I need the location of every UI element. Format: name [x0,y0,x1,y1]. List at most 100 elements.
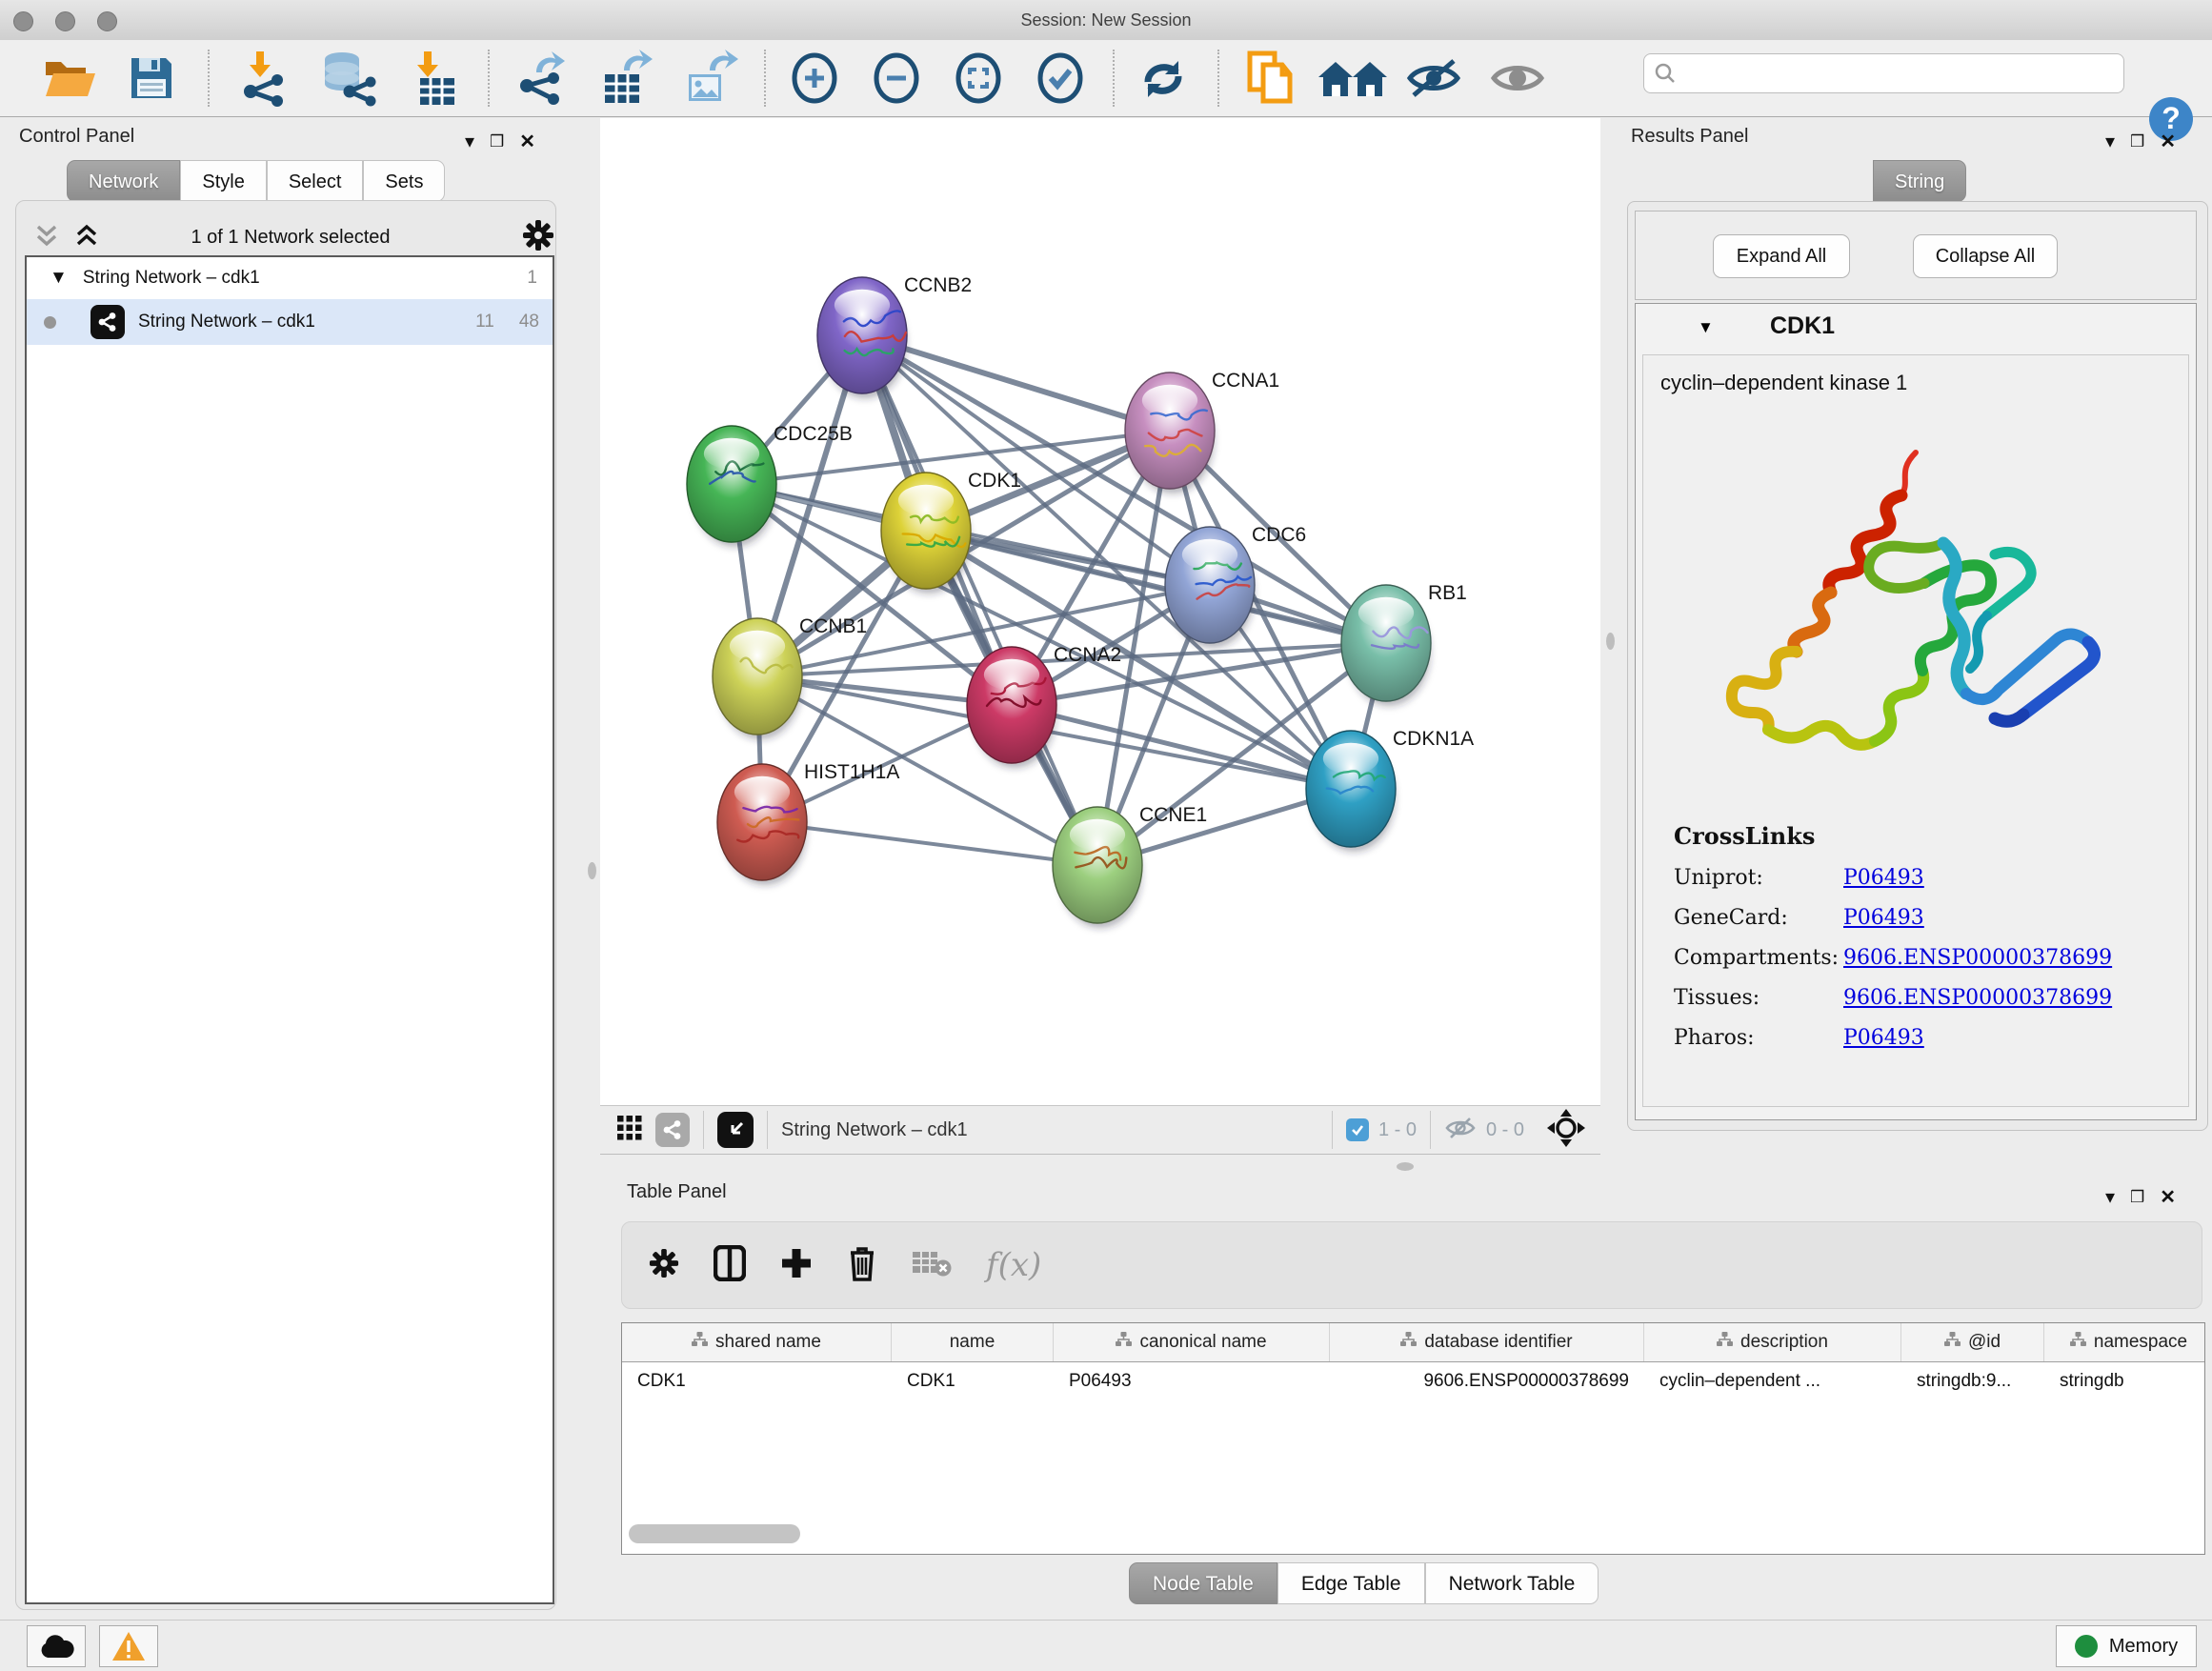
warning-status-button[interactable] [99,1625,158,1667]
network-node[interactable]: CDKN1A [1306,728,1474,852]
documents-button[interactable] [1238,48,1301,109]
collapse-triangle-icon[interactable]: ▼ [50,268,68,289]
horizontal-scrollbar-thumb[interactable] [629,1524,800,1543]
export-image-button[interactable] [678,48,741,109]
open-session-button[interactable] [38,48,101,109]
zoom-in-button[interactable] [783,48,846,109]
column-header-description[interactable]: description [1644,1323,1901,1361]
save-session-button[interactable] [120,48,183,109]
detach-view-icon[interactable] [717,1112,754,1148]
table-settings-gear-icon[interactable] [649,1248,679,1283]
network-node[interactable]: CCNA1 [1125,370,1279,493]
vertical-splitter-grip[interactable] [588,862,596,879]
table-row[interactable]: CDK1CDK1P064939606.ENSP00000378699cyclin… [622,1362,2204,1400]
crosslink-link[interactable]: P06493 [1843,906,1924,930]
network-collection-row[interactable]: ▼ String Network – cdk1 1 [27,257,553,299]
close-panel-icon[interactable]: ✕ [2160,130,2176,153]
crosslink-link[interactable]: P06493 [1843,866,1924,890]
delete-column-icon[interactable] [847,1245,877,1286]
tab-select[interactable]: Select [267,160,364,202]
birdseye-navigator-icon[interactable] [1545,1107,1587,1154]
memory-button[interactable]: Memory [2056,1625,2197,1667]
network-node[interactable]: CCNE1 [1053,804,1207,928]
network-graph[interactable]: CCNB2CCNA1CDC25BCDK1CDC6RB1CCNB1CCNA2CDK… [600,118,1600,1105]
vertical-splitter-grip[interactable] [1606,633,1615,650]
export-network-button[interactable] [511,48,573,109]
add-column-icon[interactable] [780,1247,813,1284]
database-network-icon [317,50,378,107]
table-panel-controls: ▾ ❒ ✕ [2105,1185,2176,1209]
table-cell[interactable]: stringdb [2044,1362,2205,1400]
table-cell[interactable]: stringdb:9... [1901,1362,2044,1400]
network-edge[interactable] [762,822,1097,865]
crosslink-link[interactable]: 9606.ENSP00000378699 [1843,986,2112,1010]
float-panel-icon[interactable]: ▾ [465,130,474,153]
column-header-database-identifier[interactable]: database identifier [1330,1323,1644,1361]
apply-layout-button[interactable] [1132,48,1195,109]
network-options-gear-icon[interactable] [522,219,554,256]
network-row-selected[interactable]: String Network – cdk1 11 48 [27,299,553,345]
houses-button[interactable] [1313,48,1393,109]
tab-network-table[interactable]: Network Table [1425,1562,1599,1604]
eye-icon [1488,53,1547,103]
export-table-button[interactable] [594,48,657,109]
maximize-panel-icon[interactable]: ❒ [2130,1188,2144,1207]
column-header-canonical-name[interactable]: canonical name [1054,1323,1330,1361]
show-columns-icon[interactable] [714,1245,746,1286]
tab-node-table[interactable]: Node Table [1129,1562,1277,1604]
column-header-shared-name[interactable]: shared name [622,1323,892,1361]
import-table-file-button[interactable] [400,48,463,109]
collapse-all-networks-icon[interactable] [32,223,61,254]
import-network-database-button[interactable] [316,48,379,109]
network-node[interactable]: RB1 [1341,582,1467,706]
string-network-icon [90,305,125,339]
crosslink-link[interactable]: P06493 [1843,1026,1924,1050]
tab-edge-table[interactable]: Edge Table [1277,1562,1425,1604]
maximize-panel-icon[interactable]: ❒ [2130,132,2144,151]
tab-network[interactable]: Network [67,160,180,202]
tab-string[interactable]: String [1873,160,1966,202]
table-cell[interactable]: 9606.ENSP00000378699 [1330,1362,1644,1400]
network-thumbnail-icon[interactable] [655,1113,690,1147]
selected-checkbox-icon[interactable] [1346,1118,1369,1141]
expand-all-button[interactable]: Expand All [1713,234,1850,278]
expand-all-networks-icon[interactable] [72,223,101,254]
table-cell[interactable]: P06493 [1054,1362,1330,1400]
eye-button[interactable] [1486,48,1549,109]
results-section-title: CDK1 [1770,312,1835,340]
function-builder-icon[interactable]: f(x) [986,1246,1041,1284]
maximize-panel-icon[interactable]: ❒ [490,132,504,151]
column-header-namespace[interactable]: namespace [2044,1323,2205,1361]
column-header-name[interactable]: name [892,1323,1054,1361]
float-panel-icon[interactable]: ▾ [2105,130,2115,153]
import-network-file-button[interactable] [232,48,295,109]
search-input[interactable] [1643,53,2124,93]
zoom-out-button[interactable] [865,48,928,109]
table-cell[interactable]: CDK1 [622,1362,892,1400]
close-panel-icon[interactable]: ✕ [2160,1185,2176,1209]
delete-table-icon[interactable] [912,1249,952,1282]
collection-count: 1 [527,268,537,289]
network-node[interactable]: CCNB2 [817,274,972,398]
column-header--id[interactable]: @id [1901,1323,2044,1361]
crosslink-link[interactable]: 9606.ENSP00000378699 [1843,946,2112,970]
table-cell[interactable]: CDK1 [892,1362,1054,1400]
table-cell[interactable]: cyclin–dependent ... [1644,1362,1901,1400]
section-collapse-triangle-icon[interactable]: ▼ [1698,318,1714,337]
tab-sets[interactable]: Sets [363,160,445,202]
hidden-eye-icon[interactable] [1444,1116,1477,1145]
network-edge[interactable] [862,335,1170,431]
eye-strikethrough-button[interactable] [1402,48,1465,109]
grid-view-icon[interactable] [617,1116,642,1145]
network-node[interactable]: HIST1H1A [717,761,899,885]
network-view-toolbar: String Network – cdk1 1 - 0 0 - 0 [600,1105,1600,1155]
float-panel-icon[interactable]: ▾ [2105,1185,2115,1209]
horizontal-splitter-grip[interactable] [1397,1162,1414,1171]
network-edge[interactable] [862,335,1097,865]
cloud-status-button[interactable] [27,1625,86,1667]
zoom-selected-button[interactable] [1029,48,1092,109]
tab-style[interactable]: Style [180,160,266,202]
close-panel-icon[interactable]: ✕ [519,130,535,153]
zoom-fit-button[interactable] [947,48,1010,109]
collapse-all-button[interactable]: Collapse All [1913,234,2058,278]
